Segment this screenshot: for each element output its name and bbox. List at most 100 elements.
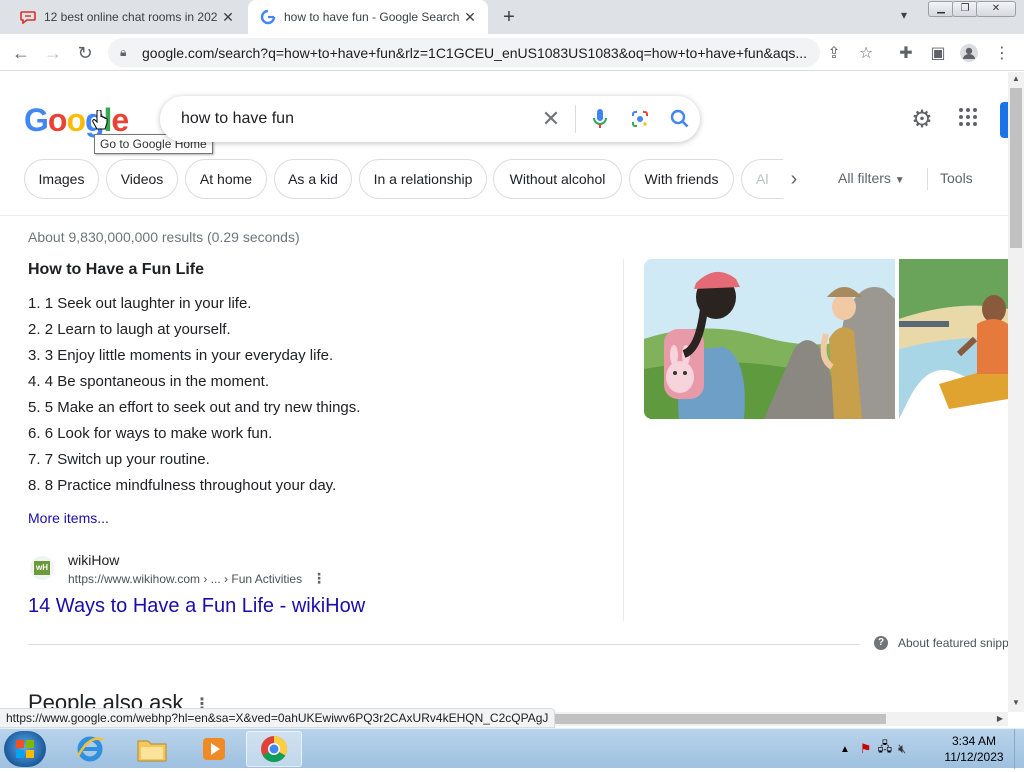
- taskbar-chrome-icon[interactable]: [246, 731, 302, 767]
- taskbar-clock[interactable]: 3:34 AM 11/12/2023: [938, 733, 1010, 765]
- chip-in-a-relationship[interactable]: In a relationship: [359, 159, 487, 199]
- logo-letter: o: [66, 102, 86, 138]
- about-featured-snippets-label: About featured snipp: [898, 636, 1009, 650]
- minimize-button[interactable]: ▁: [928, 1, 954, 17]
- tab-close-icon[interactable]: ✕: [218, 7, 238, 27]
- all-filters-button[interactable]: All filters ▼: [838, 170, 905, 186]
- tab-search-chevron-icon[interactable]: ▾: [894, 8, 914, 26]
- taskbar-ie-icon[interactable]: [62, 731, 118, 767]
- wikihow-favicon-text: wH: [34, 561, 50, 575]
- clock-time: 3:34 AM: [951, 734, 997, 748]
- share-icon[interactable]: ⇪: [823, 42, 845, 64]
- list-item-text: 3 Enjoy little moments in your everyday …: [44, 347, 334, 364]
- search-box[interactable]: how to have fun ✕: [160, 96, 700, 142]
- logo-letter: e: [111, 102, 129, 138]
- chips-next-chevron-icon[interactable]: ›: [780, 167, 808, 191]
- featured-snippet-title: How to Have a Fun Life: [28, 261, 205, 278]
- logo-letter: o: [47, 102, 68, 138]
- list-item-text: 7 Switch up your routine.: [44, 451, 210, 468]
- source-breadcrumb-url[interactable]: https://www.wikihow.com › ... › Fun Acti…: [68, 572, 302, 586]
- horizontal-scroll-thumb[interactable]: [540, 714, 886, 724]
- bookmark-star-icon[interactable]: ☆: [855, 42, 877, 64]
- featured-image-jetski[interactable]: [899, 259, 1008, 419]
- windows-taskbar: ▲ ⚑ 🖧︎ 🔇︎ 3:34 AM 11/12/2023: [0, 728, 1024, 769]
- close-window-button[interactable]: ✕: [976, 1, 1016, 17]
- list-item: 8. 8 Practice mindfulness throughout you…: [28, 477, 337, 494]
- scroll-right-arrow-icon[interactable]: ▶: [992, 712, 1008, 726]
- start-button[interactable]: [4, 731, 46, 767]
- chip-at-home[interactable]: At home: [185, 159, 267, 199]
- vertical-scrollbar[interactable]: ▲ ▼: [1008, 72, 1024, 712]
- about-featured-snippets[interactable]: ? About featured snipp: [874, 636, 1009, 650]
- chip-videos[interactable]: Videos: [106, 159, 178, 199]
- google-apps-grid-icon[interactable]: [954, 106, 982, 134]
- scroll-up-arrow-icon[interactable]: ▲: [1008, 72, 1024, 86]
- system-tray: ▲ ⚑ 🖧︎ 🔇︎: [840, 731, 906, 767]
- source-site-name[interactable]: wikiHow: [68, 552, 119, 568]
- back-arrow-icon[interactable]: ←: [8, 40, 34, 66]
- source-title-link[interactable]: 14 Ways to Have a Fun Life - wikiHow: [28, 595, 365, 618]
- header-divider: [0, 215, 1008, 216]
- taskbar-explorer-folder-icon[interactable]: [124, 731, 180, 767]
- help-question-icon: ?: [874, 636, 888, 650]
- logo-letter: G: [24, 102, 49, 138]
- hand-cursor-icon: [92, 109, 108, 137]
- tray-action-center-flag-icon[interactable]: ⚑: [860, 741, 872, 757]
- google-lens-icon[interactable]: [620, 99, 660, 139]
- status-bar-url: https://www.google.com/webhp?hl=en&sa=X&…: [0, 708, 556, 728]
- search-input[interactable]: how to have fun: [181, 110, 531, 128]
- list-item: 6. 6 Look for ways to make work fun.: [28, 425, 273, 442]
- wikihow-favicon-icon: wH: [30, 556, 54, 580]
- clear-search-icon[interactable]: ✕: [531, 99, 571, 139]
- chat-favicon-icon: [20, 9, 36, 25]
- tab-title: 12 best online chat rooms in 202: [44, 10, 218, 24]
- forward-arrow-icon[interactable]: →: [40, 40, 66, 66]
- tab-close-icon[interactable]: ✕: [460, 7, 480, 27]
- chip-without-alcohol[interactable]: Without alcohol: [493, 159, 622, 199]
- dropdown-caret-icon: ▼: [894, 175, 905, 186]
- tray-volume-muted-icon[interactable]: 🔇︎: [898, 741, 906, 757]
- profile-avatar-icon[interactable]: [958, 42, 980, 64]
- scroll-down-arrow-icon[interactable]: ▼: [1008, 696, 1024, 710]
- more-items-link[interactable]: More items...: [28, 510, 109, 526]
- taskbar-media-player-icon[interactable]: [186, 731, 242, 767]
- chip-truncated[interactable]: Al: [741, 159, 783, 199]
- list-item-text: 6 Look for ways to make work fun.: [44, 425, 273, 442]
- chip-images[interactable]: Images: [24, 159, 99, 199]
- chip-as-a-kid[interactable]: As a kid: [274, 159, 352, 199]
- tray-expand-arrow-icon[interactable]: ▲: [840, 744, 850, 755]
- list-item-text: 5 Make an effort to seek out and try new…: [44, 399, 361, 416]
- restore-button[interactable]: ❐: [952, 1, 978, 17]
- clock-date: 11/12/2023: [944, 750, 1004, 764]
- tab-chat-rooms[interactable]: 12 best online chat rooms in 202 ✕: [8, 0, 246, 34]
- list-item: 5. 5 Make an effort to seek out and try …: [28, 399, 361, 416]
- list-item-text: 2 Learn to laugh at yourself.: [44, 321, 231, 338]
- new-tab-button[interactable]: +: [498, 7, 520, 27]
- search-submit-icon[interactable]: [660, 99, 700, 139]
- tray-network-icon[interactable]: 🖧︎: [878, 738, 893, 760]
- filters-divider: [927, 168, 928, 190]
- result-more-options-icon[interactable]: ⋮: [312, 570, 326, 588]
- featured-snippet-list: 1. 1 Seek out laughter in your life. 2. …: [28, 294, 360, 502]
- settings-gear-icon[interactable]: ⚙: [908, 106, 936, 134]
- reload-icon[interactable]: ↻: [72, 40, 98, 66]
- show-desktop-button[interactable]: [1014, 729, 1024, 769]
- address-bar[interactable]: 🔒︎ google.com/search?q=how+to+have+fun&r…: [108, 38, 820, 67]
- sign-in-button[interactable]: [1000, 102, 1008, 138]
- all-filters-label: All filters: [838, 170, 891, 186]
- tab-google-search[interactable]: how to have fun - Google Search ✕: [248, 0, 488, 34]
- side-panel-icon[interactable]: ▣: [927, 42, 949, 64]
- list-item: 2. 2 Learn to laugh at yourself.: [28, 321, 231, 338]
- chip-with-friends[interactable]: With friends: [629, 159, 734, 199]
- tab-title: how to have fun - Google Search: [284, 10, 460, 24]
- vertical-scroll-thumb[interactable]: [1010, 88, 1022, 248]
- chrome-menu-icon[interactable]: ⋮: [991, 42, 1013, 64]
- search-divider: [575, 105, 576, 133]
- list-item: 7. 7 Switch up your routine.: [28, 451, 210, 468]
- tools-button[interactable]: Tools: [940, 170, 973, 186]
- featured-image-hikers[interactable]: [644, 259, 895, 419]
- list-item: 3. 3 Enjoy little moments in your everyd…: [28, 347, 334, 364]
- voice-search-mic-icon[interactable]: [580, 99, 620, 139]
- tab-strip: 12 best online chat rooms in 202 ✕ how t…: [0, 0, 1024, 34]
- extensions-puzzle-icon[interactable]: ✚: [895, 42, 917, 64]
